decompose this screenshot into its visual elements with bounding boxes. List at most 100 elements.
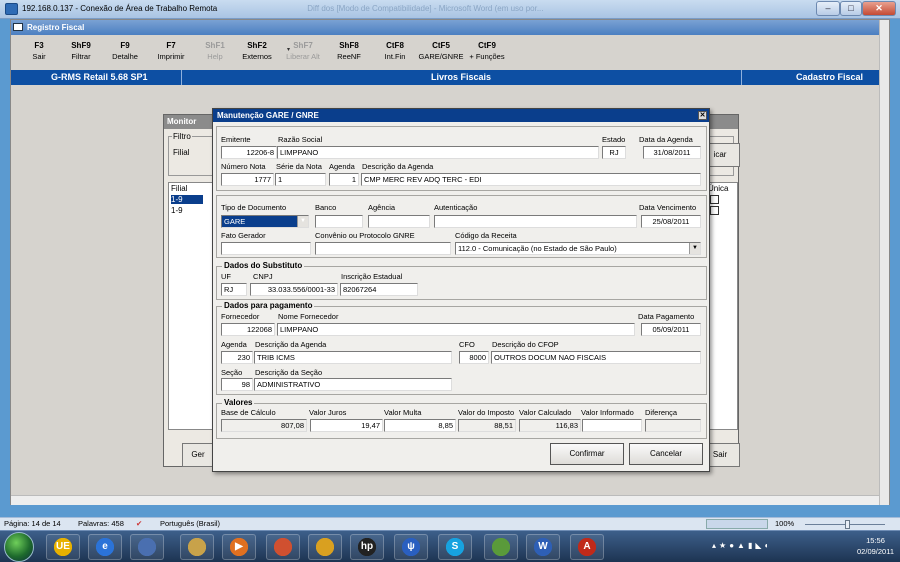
taskbar-app-1-icon[interactable]: UE (46, 534, 80, 560)
data-pagamento-label: Data Pagamento (638, 312, 695, 321)
taskbar-app-11-icon[interactable] (484, 534, 518, 560)
dialog-close-icon[interactable]: ✕ (698, 111, 707, 120)
fkey-label: Help (207, 52, 223, 61)
fkey-code: F9 (120, 41, 130, 50)
serie-nota-field[interactable]: 1 (275, 173, 326, 186)
cfo-label: CFO (459, 340, 475, 349)
fkey-code: CtF9 (478, 41, 496, 50)
agenda-pagamento-field[interactable]: 230 (221, 351, 253, 364)
fkey-shf7[interactable]: ShF7 Liberar Alt (279, 40, 327, 62)
valor-multa-field[interactable]: 8,85 (384, 419, 456, 432)
numero-nota-field[interactable]: 1777 (221, 173, 274, 186)
generate-button[interactable]: Ger (182, 443, 214, 467)
minimize-button[interactable]: – (816, 1, 840, 16)
codigo-receita-select[interactable]: 112.0 - Comunicação (no Estado de São Pa… (455, 242, 701, 255)
fkey-code: ShF9 (71, 41, 91, 50)
valor-calculado-label: Valor Calculado (519, 408, 572, 417)
fkey-ctf9[interactable]: CtF9 + Funções (463, 40, 511, 62)
page-count: Página: 14 de 14 (4, 519, 61, 528)
taskbar-app-12-icon[interactable]: W (526, 534, 560, 560)
taskbar-app-2-icon[interactable]: e (88, 534, 122, 560)
descricao-secao-field[interactable]: ADMINISTRATIVO (254, 378, 452, 391)
estado-field[interactable]: RJ (602, 146, 626, 159)
vertical-scrollbar[interactable] (879, 20, 889, 505)
taskbar-app-4-icon[interactable] (180, 534, 214, 560)
module-title: Livros Fiscais (431, 72, 492, 82)
fkey-shf1[interactable]: ShF1 Help (191, 40, 239, 62)
taskbar-app-10-icon[interactable]: S (438, 534, 472, 560)
fkey-label: Sair (32, 52, 46, 61)
data-pagamento-field[interactable]: 05/09/2011 (641, 323, 701, 336)
zoom-slider-thumb[interactable] (845, 520, 850, 529)
nome-fornecedor-field[interactable]: LIMPPANO (277, 323, 635, 336)
maximize-button[interactable]: □ (840, 1, 862, 16)
convenio-field[interactable] (315, 242, 451, 255)
close-button[interactable]: ✕ (862, 1, 896, 16)
taskbar-app-6-icon[interactable] (266, 534, 300, 560)
spellcheck-icon[interactable]: ✔ (136, 518, 142, 530)
horizontal-scrollbar[interactable] (11, 495, 879, 505)
inscricao-estadual-field[interactable]: 82067264 (340, 283, 418, 296)
uf-field[interactable]: RJ (221, 283, 247, 296)
emitente-field[interactable]: 12206-8 (221, 146, 277, 159)
fkey-label: GARE/GNRE (418, 52, 464, 61)
base-calculo-field: 807,08 (221, 419, 307, 432)
agencia-label: Agência (368, 203, 396, 212)
diferenca-field (645, 419, 701, 432)
tipo-documento-select[interactable]: GARE ▼ (221, 215, 309, 228)
grid-row-2[interactable]: 1-9 (171, 206, 183, 215)
taskbar-app-9-icon[interactable]: ψ (394, 534, 428, 560)
descricao-cfop-label: Descrição do CFOP (492, 340, 559, 349)
agencia-field[interactable] (368, 215, 430, 228)
fkey-shf9[interactable]: ShF9 Filtrar (57, 40, 105, 62)
valor-informado-field[interactable] (582, 419, 642, 432)
agenda-field[interactable]: 1 (329, 173, 359, 186)
taskbar-app-8-icon[interactable]: hp (350, 534, 384, 560)
fkey-f9[interactable]: F9 Detalhe (101, 40, 149, 62)
cfo-field[interactable]: 8000 (459, 351, 489, 364)
fkey-label: ReeNF (337, 52, 361, 61)
word-status-bar: Página: 14 de 14 Palavras: 458 ✔ Portugu… (0, 517, 900, 530)
cancelar-button[interactable]: Cancelar (629, 443, 703, 465)
descricao-agenda-field[interactable]: CMP MERC REV ADQ TERC - EDI (361, 173, 701, 186)
fkey-ctf5[interactable]: CtF5 GARE/GNRE (417, 40, 465, 62)
fkey-shf2[interactable]: ShF2 Externos (233, 40, 281, 62)
taskbar-app-13-icon[interactable]: A (570, 534, 604, 560)
secao-field[interactable]: 98 (221, 378, 253, 391)
confirmar-button[interactable]: Confirmar (550, 443, 624, 465)
window-title: 192.168.0.137 - Conexão de Área de Traba… (22, 4, 218, 13)
language[interactable]: Português (Brasil) (160, 518, 220, 530)
autenticacao-field[interactable] (434, 215, 637, 228)
fato-gerador-field[interactable] (221, 242, 311, 255)
cnpj-field[interactable]: 33.033.556/0001-33 (250, 283, 338, 296)
grid-row-1[interactable]: 1-9 (171, 195, 203, 204)
valor-juros-field[interactable]: 19,47 (310, 419, 383, 432)
banco-field[interactable] (315, 215, 363, 228)
tray-icons[interactable]: ▴★●▲▮◣◐ (712, 541, 772, 550)
fornecedor-field[interactable]: 122068 (221, 323, 275, 336)
fkey-shf8[interactable]: ShF8 ReeNF (325, 40, 373, 62)
checkbox-2[interactable] (710, 206, 719, 215)
taskbar-app-3-icon[interactable] (130, 534, 164, 560)
dropdown-arrow-icon[interactable]: ▼ (297, 216, 308, 227)
data-agenda-field[interactable]: 31/08/2011 (643, 146, 701, 159)
start-button[interactable] (4, 532, 34, 562)
data-vencimento-field[interactable]: 25/08/2011 (641, 215, 701, 228)
estado-label: Estado (602, 135, 626, 144)
valor-juros-label: Valor Juros (309, 408, 347, 417)
view-buttons[interactable] (706, 519, 768, 529)
clock[interactable]: 15:56 02/09/2011 (857, 535, 894, 557)
razao-social-field[interactable]: LIMPPANO (277, 146, 599, 159)
descricao-agenda-pagamento-field[interactable]: TRIB ICMS (254, 351, 452, 364)
autenticacao-label: Autenticação (434, 203, 478, 212)
taskbar-app-7-icon[interactable] (308, 534, 342, 560)
dropdown-arrow-icon[interactable]: ▼ (689, 243, 700, 254)
checkbox-1[interactable] (710, 195, 719, 204)
fkey-f7[interactable]: F7 Imprimir (147, 40, 195, 62)
descricao-cfop-field[interactable]: OUTROS DOCUM NAO FISCAIS (491, 351, 701, 364)
fkey-f3[interactable]: F3 Sair (15, 40, 63, 62)
taskbar-app-5-icon[interactable]: ▶ (222, 534, 256, 560)
emitente-label: Emitente (221, 135, 251, 144)
fkey-code: F3 (34, 41, 44, 50)
fkey-ctf8[interactable]: CtF8 Int.Fin (371, 40, 419, 62)
